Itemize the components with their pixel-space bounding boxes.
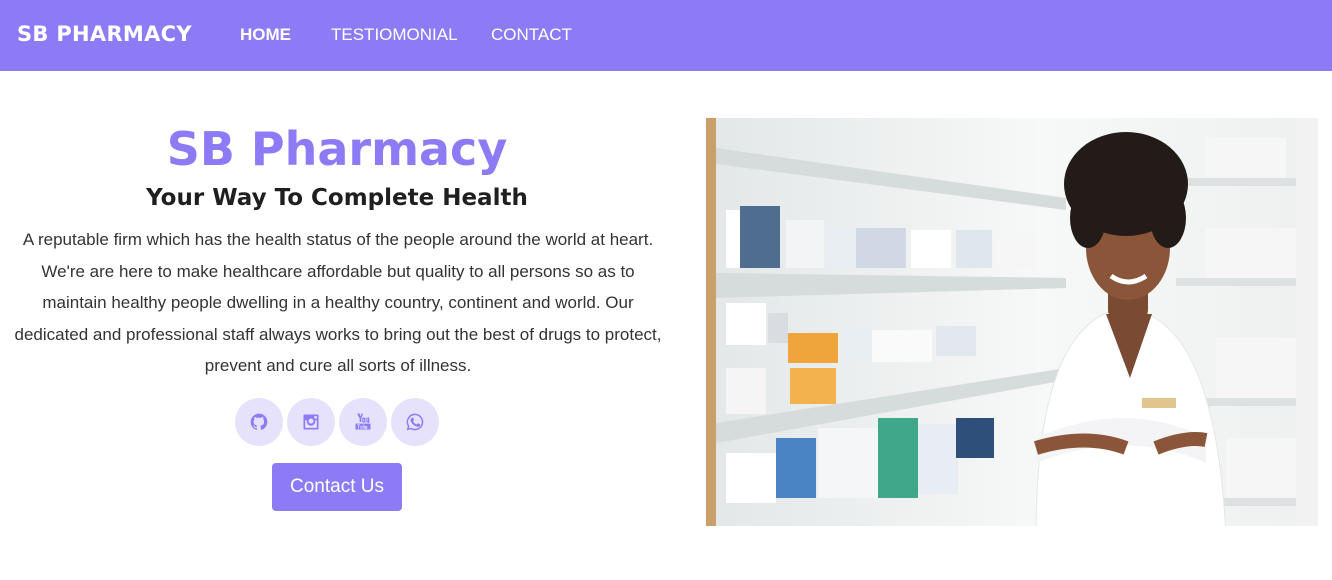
nav-link-testimonial[interactable]: TESTIOMONIAL	[331, 25, 458, 45]
whatsapp-link[interactable]	[391, 398, 439, 446]
youtube-icon	[355, 413, 371, 430]
instagram-icon	[303, 414, 319, 430]
instagram-link[interactable]	[287, 398, 335, 446]
pharmacy-illustration	[706, 118, 1318, 526]
github-icon	[250, 413, 268, 430]
github-link[interactable]	[235, 398, 283, 446]
social-links	[235, 398, 439, 446]
hero-title: SB Pharmacy	[166, 122, 508, 176]
navbar: SB PHARMACY HOME TESTIOMONIAL CONTACT	[0, 0, 1332, 71]
contact-us-button[interactable]: Contact Us	[272, 463, 402, 511]
youtube-link[interactable]	[339, 398, 387, 446]
whatsapp-icon	[406, 413, 424, 431]
nav-link-home[interactable]: HOME	[240, 25, 291, 45]
brand-logo[interactable]: SB PHARMACY	[17, 22, 192, 46]
nav-link-contact[interactable]: CONTACT	[491, 25, 572, 45]
hero-image	[706, 118, 1318, 526]
hero-subtitle: Your Way To Complete Health	[146, 185, 528, 211]
hero-description: A reputable firm which has the health st…	[14, 230, 662, 376]
